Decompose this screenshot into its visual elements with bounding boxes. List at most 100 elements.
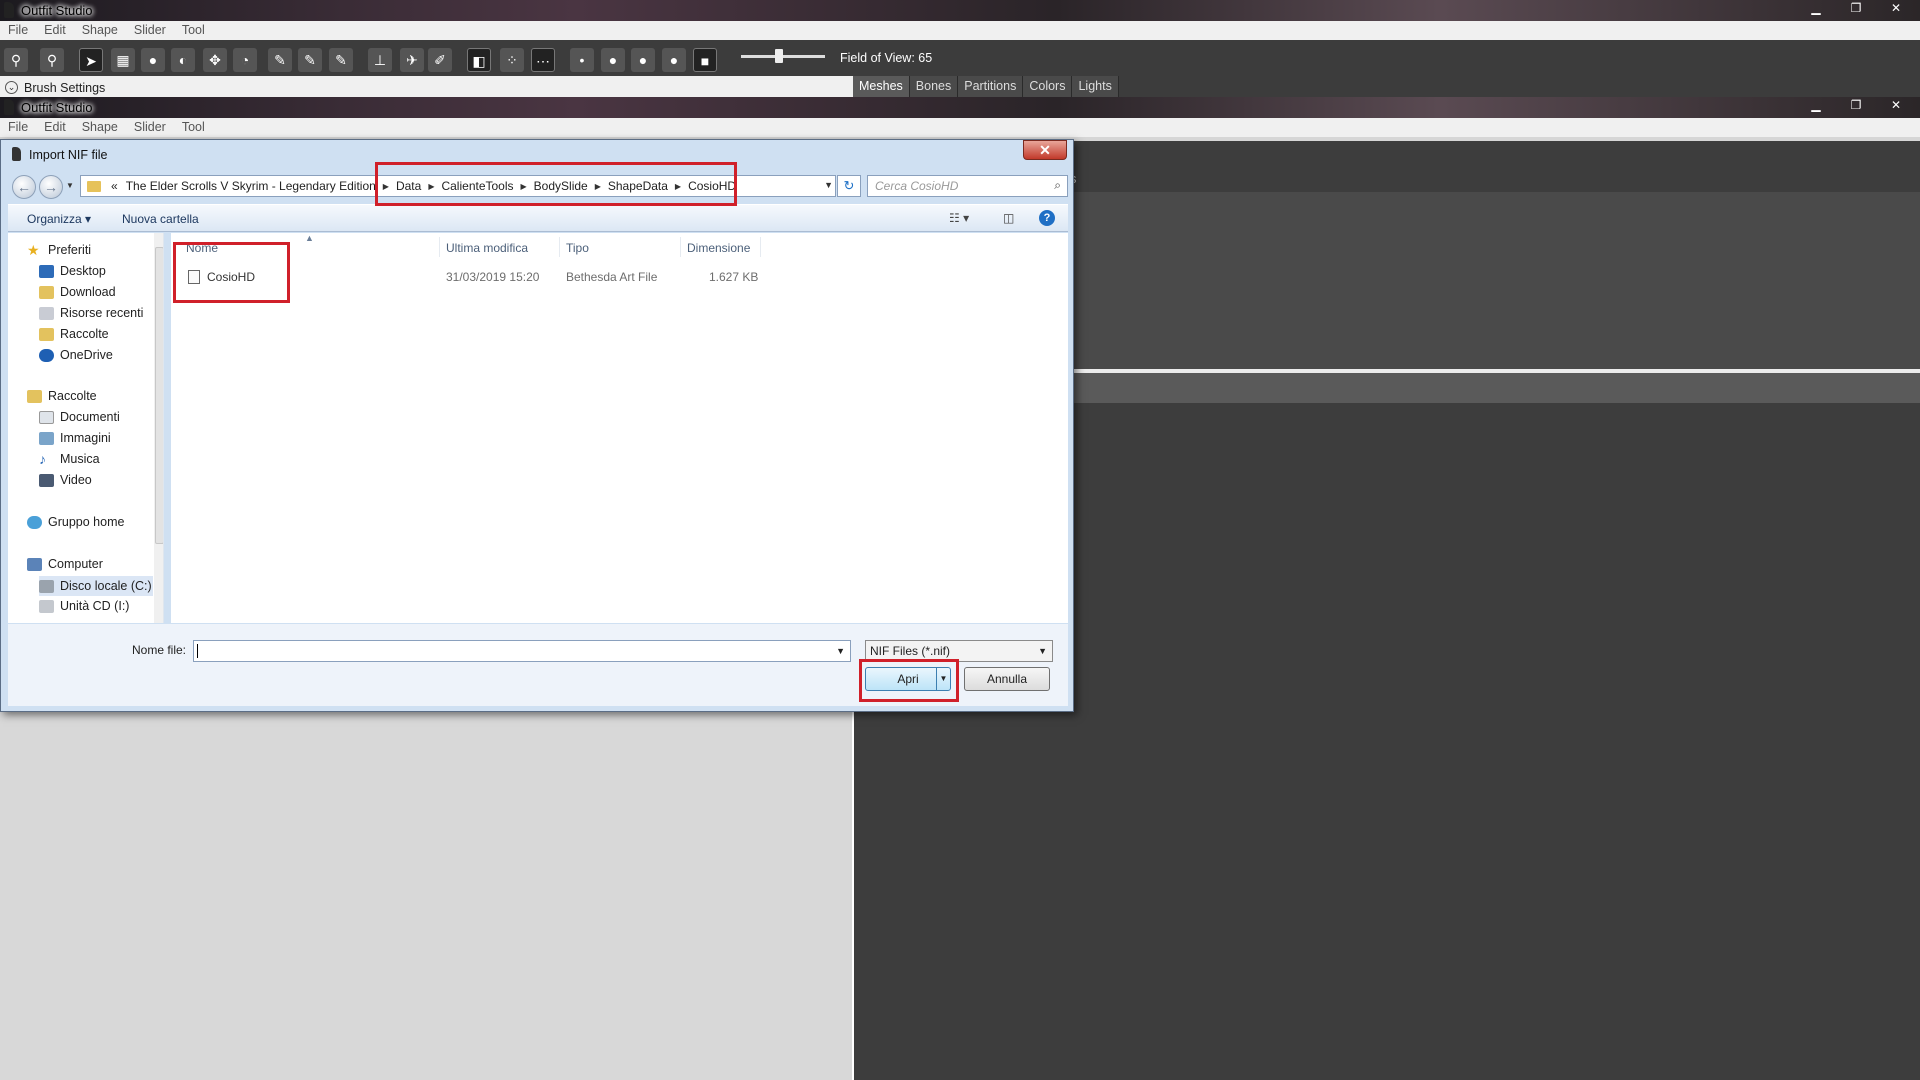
- nav-pictures[interactable]: Immagini: [39, 431, 111, 445]
- menu-shape[interactable]: Shape: [74, 118, 126, 137]
- nav-music[interactable]: ♪ Musica: [39, 452, 100, 467]
- help-icon[interactable]: ?: [1039, 210, 1055, 226]
- color-brush-icon[interactable]: ✎: [298, 48, 322, 72]
- maximize-icon[interactable]: ❐: [1836, 97, 1876, 115]
- nav-libraries[interactable]: Raccolte: [27, 389, 97, 403]
- nav-videos[interactable]: Video: [39, 473, 92, 487]
- column-type[interactable]: Tipo: [566, 241, 589, 255]
- nav-desktop[interactable]: Desktop: [39, 264, 106, 278]
- nav-homegroup[interactable]: Gruppo home: [27, 515, 124, 529]
- forward-arrow-icon[interactable]: →: [39, 175, 63, 199]
- chevron-down-icon[interactable]: ▼: [824, 180, 833, 190]
- chevron-down-icon[interactable]: ⌄: [5, 81, 18, 94]
- brush-settings-bar[interactable]: ⌄ Brush Settings: [0, 76, 853, 97]
- column-size[interactable]: Dimensione: [687, 241, 750, 255]
- outfit-studio-icon: [4, 99, 14, 115]
- alpha-brush-icon[interactable]: ✎: [329, 48, 353, 72]
- nav-documents[interactable]: Documenti: [39, 410, 120, 424]
- nav-onedrive[interactable]: OneDrive: [39, 348, 113, 362]
- tab-bones[interactable]: Bones: [909, 76, 959, 97]
- brush-settings-label: Brush Settings: [24, 81, 106, 95]
- close-icon[interactable]: ✕: [1023, 140, 1067, 160]
- main-toolbar: ⚲ ⚲ ➤ ▦ ● ◐ ✥ ◔ ✎ ✎ ✎ ⊥ ✈ ✐ ◧ ⁘ ⋯ • ● ● …: [0, 40, 1920, 76]
- brush-size-1-icon[interactable]: •: [570, 48, 594, 72]
- tab-meshes[interactable]: Meshes: [853, 76, 910, 97]
- brush-size-4-icon[interactable]: ●: [662, 48, 686, 72]
- connected-icon[interactable]: ⁘: [500, 48, 524, 72]
- pin-icon[interactable]: ✈: [400, 48, 424, 72]
- brush-size-2-icon[interactable]: ●: [601, 48, 625, 72]
- breadcrumb-overflow[interactable]: «: [107, 179, 122, 193]
- nav-scrollbar[interactable]: [154, 233, 163, 623]
- cancel-button[interactable]: Annulla: [964, 667, 1050, 691]
- chevron-down-icon[interactable]: ▼: [1038, 646, 1047, 656]
- inflate-brush-icon[interactable]: ●: [141, 48, 165, 72]
- download-folder-icon: [39, 285, 54, 299]
- desktop-icon: [39, 264, 54, 278]
- file-modified: 31/03/2019 15:20: [446, 270, 540, 284]
- nav-recent[interactable]: Risorse recenti: [39, 306, 143, 320]
- menu-shape[interactable]: Shape: [74, 21, 126, 40]
- nav-libraries-fav[interactable]: Raccolte: [39, 327, 109, 341]
- eyedropper-icon[interactable]: ✐: [428, 48, 452, 72]
- mirror-icon[interactable]: ◧: [467, 48, 491, 72]
- star-icon: ★: [27, 241, 40, 258]
- nav-local-disk[interactable]: Disco locale (C:): [39, 576, 153, 596]
- menu-edit[interactable]: Edit: [36, 21, 74, 40]
- deflate-brush-icon[interactable]: ◐: [171, 48, 195, 72]
- navigation-pane: ★ Preferiti Desktop Download Risorse rece…: [8, 233, 164, 623]
- nav-download[interactable]: Download: [39, 285, 116, 299]
- pivot-icon[interactable]: ⊥: [368, 48, 392, 72]
- menu-slider[interactable]: Slider: [126, 118, 174, 137]
- tab-colors[interactable]: Colors: [1023, 76, 1073, 97]
- refresh-icon[interactable]: ↻: [837, 175, 861, 197]
- nav-computer[interactable]: Computer: [27, 557, 103, 571]
- select-tool-icon[interactable]: ⚲: [4, 48, 28, 72]
- weight-brush-icon[interactable]: ✎: [268, 48, 292, 72]
- breadcrumb-item[interactable]: The Elder Scrolls V Skyrim - Legendary E…: [122, 179, 380, 193]
- command-bar: Organizza ▾ Nuova cartella ☷ ▾ ◫ ?: [8, 204, 1068, 232]
- move-brush-icon[interactable]: ✥: [203, 48, 227, 72]
- nav-favorites[interactable]: ★ Preferiti: [27, 241, 91, 258]
- search-input[interactable]: Cerca CosioHD ⌕: [867, 175, 1068, 197]
- preview-pane-icon[interactable]: ◫: [1003, 211, 1014, 225]
- organize-button[interactable]: Organizza ▾: [27, 212, 91, 226]
- filename-input[interactable]: ▼: [193, 640, 851, 662]
- back-menubar: File Edit Shape Slider Tool: [0, 21, 1920, 40]
- scrollbar-thumb[interactable]: [155, 247, 163, 544]
- fov-slider-thumb[interactable]: [775, 49, 783, 63]
- menu-tool[interactable]: Tool: [174, 21, 213, 40]
- filename-label: Nome file:: [132, 643, 187, 657]
- menu-file[interactable]: File: [0, 118, 36, 137]
- dialog-title: Import NIF file: [29, 148, 108, 162]
- menu-tool[interactable]: Tool: [174, 118, 213, 137]
- pointer-tool-icon[interactable]: ➤: [79, 48, 103, 72]
- smooth-brush-icon[interactable]: ◔: [233, 48, 257, 72]
- menu-slider[interactable]: Slider: [126, 21, 174, 40]
- chevron-down-icon[interactable]: ▼: [836, 646, 845, 656]
- back-arrow-icon[interactable]: ←: [12, 175, 36, 199]
- new-folder-button[interactable]: Nuova cartella: [122, 212, 199, 226]
- menu-edit[interactable]: Edit: [36, 118, 74, 137]
- close-icon[interactable]: ✕: [1876, 0, 1916, 18]
- documents-icon: [39, 410, 54, 424]
- mask-brush-icon[interactable]: ▦: [111, 48, 135, 72]
- fov-slider-track[interactable]: [741, 55, 825, 58]
- brush-size-3-icon[interactable]: ●: [631, 48, 655, 72]
- search-icon[interactable]: ⌕: [1054, 178, 1061, 193]
- xray-icon[interactable]: ⋯: [531, 48, 555, 72]
- minimize-icon[interactable]: ▁: [1796, 97, 1836, 115]
- menu-file[interactable]: File: [0, 21, 36, 40]
- close-icon[interactable]: ✕: [1876, 97, 1916, 115]
- breadcrumb-highlight: [375, 162, 737, 206]
- tab-partitions[interactable]: Partitions: [958, 76, 1024, 97]
- column-modified[interactable]: Ultima modifica: [446, 241, 528, 255]
- nav-cd-drive[interactable]: Unità CD (I:): [39, 599, 129, 613]
- minimize-icon[interactable]: ▁: [1796, 0, 1836, 18]
- transform-tool-icon[interactable]: ⚲: [40, 48, 64, 72]
- tab-lights[interactable]: Lights: [1072, 76, 1119, 97]
- recent-pages-dropdown-icon[interactable]: ▼: [66, 181, 74, 190]
- cube-icon[interactable]: ■: [693, 48, 717, 72]
- maximize-icon[interactable]: ❐: [1836, 0, 1876, 18]
- view-options-icon[interactable]: ☷ ▾: [949, 211, 969, 225]
